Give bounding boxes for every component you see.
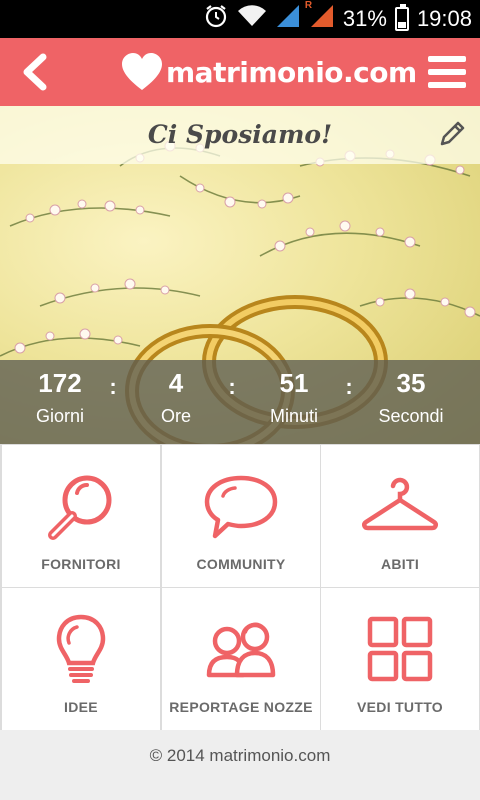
hamburger-menu-icon <box>428 56 466 62</box>
battery-icon <box>394 4 409 31</box>
battery-percentage: 31% <box>342 6 387 31</box>
roaming-signal-bars-icon: R <box>305 0 335 35</box>
signal-bars-icon <box>275 3 301 35</box>
tile-vedi-tutto[interactable]: VEDI TUTTO <box>321 588 479 730</box>
clock: 19:08 <box>416 6 472 31</box>
tile-community[interactable]: COMMUNITY <box>162 445 320 587</box>
edit-title-button[interactable] <box>436 118 468 150</box>
countdown-seconds-label: Secondi <box>378 406 444 426</box>
wedding-countdown: 172 Giorni : 4 Ore : 51 Minuti : 35 Seco… <box>0 360 480 444</box>
tile-abiti[interactable]: ABITI <box>321 445 479 587</box>
tile-label: VEDI TUTTO <box>357 699 443 715</box>
status-bar-indicators: R 31% 19:08 <box>203 0 472 38</box>
copyright-text: © 2014 matrimonio.com <box>149 746 331 765</box>
countdown-hours-label: Ore <box>160 406 191 426</box>
tile-label: FORNITORI <box>41 556 121 572</box>
tile-reportage-nozze[interactable]: REPORTAGE NOZZE <box>162 588 320 730</box>
countdown-seconds: 35 Secondi <box>351 360 471 444</box>
countdown-days-value: 172 <box>38 368 82 398</box>
footer: © 2014 matrimonio.com <box>0 730 480 800</box>
speech-bubble-icon <box>162 463 320 553</box>
roaming-marker: R <box>304 0 313 11</box>
wedding-title: Ci Sposiamo! <box>147 120 333 149</box>
app-logo[interactable]: matrimonio.com <box>120 46 417 98</box>
couple-icon <box>162 606 320 696</box>
countdown-hours: 4 Ore <box>116 360 236 444</box>
menu-button[interactable] <box>422 48 472 96</box>
tile-label: ABITI <box>380 556 420 572</box>
countdown-days-label: Giorni <box>35 406 84 426</box>
countdown-minutes-value: 51 <box>279 368 309 398</box>
hamburger-line <box>428 69 466 75</box>
logo-text: matrimonio.com <box>166 55 417 89</box>
battery-fill <box>397 21 406 28</box>
tile-label: COMMUNITY <box>196 556 286 572</box>
lightbulb-icon <box>2 606 160 696</box>
tile-fornitori[interactable]: FORNITORI <box>2 445 160 587</box>
wedding-hero: Ci Sposiamo! 172 Giorni : 4 Ore : 51 Min… <box>0 106 480 444</box>
back-button[interactable] <box>10 48 58 96</box>
countdown-days: 172 Giorni <box>0 360 120 444</box>
feature-grid: FORNITORI COMMUNITY ABITI IDEE REPORTAGE… <box>0 444 480 730</box>
status-bar: R 31% 19:08 <box>0 0 480 38</box>
tile-label: IDEE <box>64 699 98 715</box>
pencil-icon <box>440 121 465 146</box>
tile-label: REPORTAGE NOZZE <box>169 699 313 715</box>
wifi-icon <box>237 4 267 34</box>
app-header: matrimonio.com <box>0 38 480 106</box>
hamburger-line <box>428 82 466 88</box>
chevron-left-icon <box>23 53 47 91</box>
magnifier-icon <box>2 463 160 553</box>
tile-idee[interactable]: IDEE <box>2 588 160 730</box>
clothes-hanger-icon <box>321 463 479 553</box>
alarm-clock-icon <box>203 3 229 35</box>
countdown-minutes-label: Minuti <box>269 406 318 426</box>
heart-logo-icon <box>122 53 162 90</box>
countdown-seconds-value: 35 <box>396 368 426 398</box>
countdown-hours-value: 4 <box>168 368 184 398</box>
countdown-minutes: 51 Minuti <box>234 360 354 444</box>
grid-icon <box>321 606 479 696</box>
